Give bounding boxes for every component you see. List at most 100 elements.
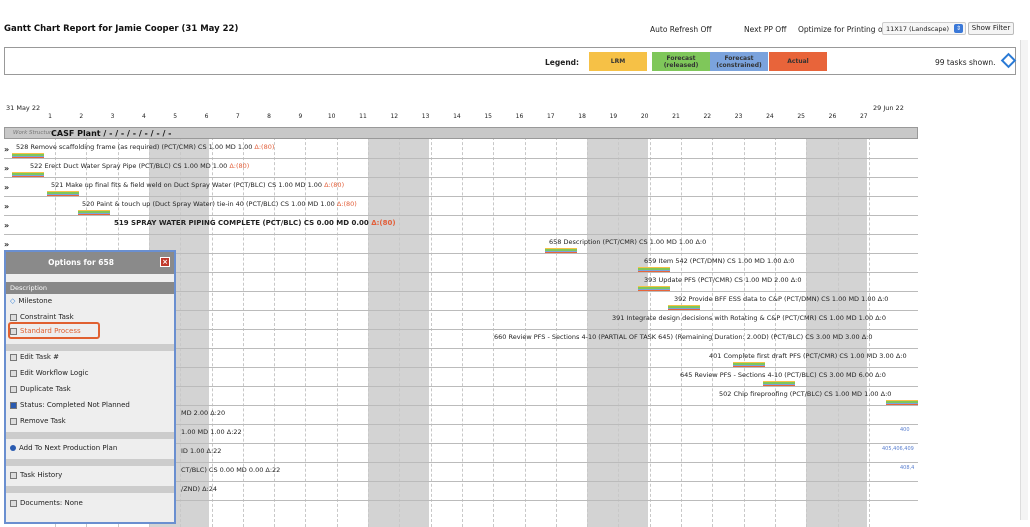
close-button[interactable]: × [160,257,170,267]
top-bar: Gantt Chart Report for Jamie Cooper (31 … [0,0,1030,52]
remove-icon [10,417,17,425]
milestone-option[interactable]: ◇ Milestone [10,297,52,305]
standard-process-option[interactable]: Standard Process [10,327,81,335]
task-bar[interactable] [638,286,670,292]
expand-arrow-icon[interactable]: » [4,202,9,211]
constraint-task-option[interactable]: Constraint Task [10,313,74,321]
task-label[interactable]: 393 Update PFS (PCT/CMR) CS 1.00 MD 2.00… [644,276,802,284]
task-text: 659 Item 542 (PCT/DMN) CS 1.00 MD 1.00 Δ… [644,257,795,265]
day-number: 21 [672,113,680,120]
day-number: 8 [267,113,271,120]
separator [6,432,174,439]
edge-label: 405,406,409 [882,446,914,452]
tasks-count: 99 tasks shown. [935,58,996,67]
task-bar[interactable] [886,400,918,406]
show-filter-button[interactable]: Show Filter [968,22,1014,35]
separator [6,486,174,493]
task-bar[interactable] [668,305,700,311]
task-text: 658 Description (PCT/CMR) CS 1.00 MD 1.0… [549,238,707,246]
day-number: 10 [327,113,336,120]
duplicate-icon [10,385,17,393]
edge-label: 400 [900,427,910,433]
documents-option[interactable]: Documents: None [10,499,83,507]
task-label[interactable]: ID 1.00 Δ:22 [181,447,221,455]
task-bar[interactable] [78,210,110,216]
task-label[interactable]: /ZND) Δ:24 [181,485,217,493]
task-label[interactable]: 391 Integrate design decisions with Rota… [612,314,886,322]
expand-arrow-icon[interactable]: » [4,183,9,192]
duplicate-task-option[interactable]: Duplicate Task [10,385,71,393]
task-label[interactable]: 401 Complete first draft PFS (PCT/CMR) C… [709,352,907,360]
task-row[interactable]: » 522 Erect Duct Water Spray Pipe (PCT/BL… [4,159,918,178]
task-row[interactable]: » 521 Make up final fits & field weld on … [4,178,918,197]
task-text: 502 Chip fireproofing (PCT/BLC) CS 1.00 … [719,390,892,398]
day-number: 19 [609,113,618,120]
vertical-scrollbar[interactable] [1020,40,1028,520]
task-label[interactable]: 522 Erect Duct Water Spray Pipe (PCT/BLC… [30,162,249,170]
optimize-label: Optimize for Printing on: [798,25,890,34]
task-bar[interactable] [12,172,44,178]
day-number: 1 [48,113,52,120]
auto-refresh-toggle[interactable]: Auto Refresh Off [650,25,712,34]
process-icon [10,327,17,335]
work-structure-header: Work Structure - CASF Plant / - / - / - … [4,127,918,139]
task-text: /ZND) Δ:24 [181,485,218,493]
task-label[interactable]: 502 Chip fireproofing (PCT/BLC) CS 1.00 … [719,390,891,398]
edit-task-number-option[interactable]: Edit Task # [10,353,59,361]
task-label[interactable]: 658 Description (PCT/CMR) CS 1.00 MD 1.0… [549,238,706,246]
work-structure-name: CASF Plant / - / - / - / - / - / - [51,129,172,138]
task-bar[interactable] [733,362,765,368]
task-label[interactable]: 645 Review PFS - Sections 4-10 (PCT/BLC)… [680,371,886,379]
task-label[interactable]: 659 Item 542 (PCT/DMN) CS 1.00 MD 1.00 Δ… [644,257,794,265]
day-number: 7 [235,113,240,120]
legend-lrm: LRM [589,52,647,71]
task-row[interactable]: » 528 Remove scaffolding frame (as requir… [4,140,918,159]
task-label[interactable]: 1.00 MD 1.00 Δ:22 [181,428,242,436]
legend-label: Legend: [545,58,580,67]
task-bar[interactable] [545,248,577,254]
task-label[interactable]: CT/BLC) CS 0.00 MD 0.00 Δ:22 [181,466,280,474]
add-to-next-plan-option[interactable]: Add To Next Production Plan [10,444,117,452]
expand-arrow-icon[interactable]: » [4,145,9,154]
task-bar[interactable] [638,267,670,273]
task-label[interactable]: 528 Remove scaffolding frame (as require… [16,143,274,151]
option-label: Add To Next Production Plan [19,444,118,452]
workflow-icon [10,369,17,377]
edge-label: 408,4 [900,465,915,471]
task-bar[interactable] [763,381,795,387]
day-number: 22 [703,113,712,120]
day-number: 11 [359,113,367,120]
task-bar[interactable] [47,191,79,197]
task-label[interactable]: 519 SPRAY WATER PIPING COMPLETE (PCT/BLC… [114,219,396,227]
remove-task-option[interactable]: Remove Task [10,417,66,425]
expand-arrow-icon[interactable]: » [4,221,9,230]
task-label[interactable]: 521 Make up final fits & field weld on D… [51,181,344,189]
select-arrow-icon[interactable]: ⇕ [954,24,963,33]
task-text: 645 Review PFS - Sections 4-10 (PCT/BLC)… [680,371,886,379]
milestone-diamond-icon[interactable] [1000,52,1017,69]
task-text: 401 Complete first draft PFS (PCT/CMR) C… [709,352,907,360]
expand-arrow-icon[interactable]: » [4,164,9,173]
task-bar[interactable] [12,153,44,159]
day-number: 27 [859,113,868,120]
day-number: 14 [453,113,461,120]
task-delta: Δ:(80) [324,181,345,189]
day-number: 15 [484,113,492,120]
next-pp-toggle[interactable]: Next PP Off [744,25,786,34]
status-option[interactable]: Status: Completed Not Planned [10,401,130,409]
page-title: Gantt Chart Report for Jamie Cooper (31 … [4,24,239,34]
task-label[interactable]: 392 Provide BFF ESS data to C&P (PCT/DMN… [674,295,888,303]
task-history-option[interactable]: Task History [10,471,62,479]
task-row[interactable]: » 519 SPRAY WATER PIPING COMPLETE (PCT/BL… [4,216,918,235]
dot-icon [10,445,16,451]
edit-workflow-logic-option[interactable]: Edit Workflow Logic [10,369,88,377]
task-text: 528 Remove scaffolding frame (as require… [16,143,255,151]
task-row[interactable]: » 520 Paint & touch up (Duct Spray Water)… [4,197,918,216]
task-delta: Δ:(80) [229,162,250,170]
expand-arrow-icon[interactable]: » [4,240,9,249]
option-label: Status: Completed Not Planned [20,401,130,409]
task-label[interactable]: 660 Review PFS - Sections 4-10 (PARTIAL … [494,333,872,341]
description-section-header: Description [6,282,174,294]
task-label[interactable]: 520 Paint & touch up (Duct Spray Water) … [82,200,357,208]
task-label[interactable]: MD 2.00 Δ:20 [181,409,225,417]
